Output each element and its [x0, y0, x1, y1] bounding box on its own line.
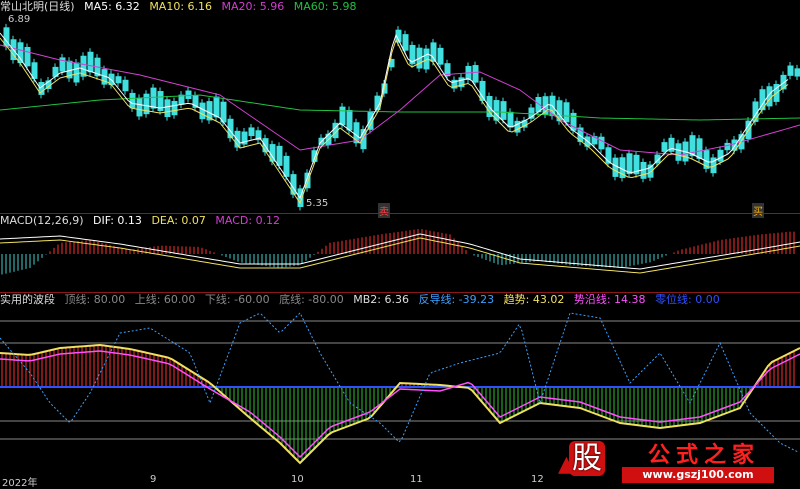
price-panel[interactable]: 常山北明(日线) MA5: 6.32 MA10: 6.16 MA20: 5.96… [0, 0, 800, 218]
date-label-oct: 10 [291, 474, 304, 485]
candle-body [31, 62, 38, 79]
candle-body [787, 65, 794, 76]
candle-body [563, 102, 570, 123]
macd-dif-label: DIF: 0.13 [93, 214, 142, 227]
ma60-label: MA60: 5.98 [293, 0, 357, 13]
watermark-logo: ▲ 股 [558, 439, 610, 479]
macd-dea-label: DEA: 0.07 [151, 214, 206, 227]
wave-anti-line [0, 312, 799, 453]
candle-body [122, 79, 129, 92]
candle-body [598, 136, 605, 150]
wave-anti-line-label: 反导线: -39.23 [418, 293, 495, 306]
ma20-label: MA20: 5.96 [221, 0, 285, 13]
low-price-label: 5.35 [306, 198, 329, 209]
candle-body [612, 157, 619, 177]
candle-body [108, 73, 115, 86]
candle-body [402, 34, 409, 51]
candle-body [437, 47, 444, 65]
candle-body [248, 127, 255, 137]
candle-body [675, 143, 682, 161]
watermark-site-name: 公式之家 [648, 443, 761, 468]
candle-body [507, 111, 514, 128]
candle-body [472, 65, 479, 83]
candle-body [185, 90, 192, 99]
ma20-line [0, 44, 800, 156]
candle-body [794, 68, 800, 77]
high-price-label: 6.89 [8, 14, 31, 25]
watermark-logo-char: 股 [569, 441, 605, 476]
candle-body [87, 51, 94, 73]
candle-body [276, 145, 283, 166]
wave-lower-line-label: 下线: -60.00 [204, 293, 270, 306]
wave-edge-line-label: 势沿线: 14.38 [573, 293, 646, 306]
macd-panel[interactable]: MACD(12,26,9) DIF: 0.13 DEA: 0.07 MACD: … [0, 214, 800, 292]
candle-body [304, 172, 311, 189]
candle-body [24, 46, 31, 67]
wave-legend: 实用的波段 顶线: 80.00 上线: 60.00 下线: -60.00 底线:… [0, 293, 726, 307]
candle-body [626, 153, 633, 175]
candle-body [164, 99, 171, 118]
macd-dif-line [0, 233, 800, 270]
candle-body [346, 109, 353, 131]
wave-trend-label: 趋势: 43.02 [503, 293, 565, 306]
wave-upper-line-label: 上线: 60.00 [134, 293, 196, 306]
price-legend: 常山北明(日线) MA5: 6.32 MA10: 6.16 MA20: 5.96… [0, 0, 362, 14]
watermark-url: www.gszj100.com [622, 467, 774, 483]
stock-title: 常山北明(日线) [0, 0, 75, 13]
candle-body [220, 101, 227, 123]
candle-body [262, 138, 269, 153]
candle-body [696, 138, 703, 159]
date-label-sep: 9 [150, 474, 157, 485]
wave-mb2-label: MB2: 6.36 [353, 293, 409, 306]
candle-body [283, 155, 290, 177]
candle-body [500, 101, 507, 120]
candle-body [150, 87, 157, 109]
macd-value-label: MACD: 0.12 [215, 214, 281, 227]
candle-body [339, 106, 346, 126]
macd-dea-line [0, 237, 800, 274]
macd-title: MACD(12,26,9) [0, 214, 84, 227]
candle-body [115, 76, 122, 84]
candle-body [136, 97, 143, 117]
wave-bottom-line-label: 底线: -80.00 [279, 293, 344, 306]
candle-body [717, 149, 724, 162]
candle-body [171, 100, 178, 116]
ma60-line [0, 94, 800, 121]
ma5-label: MA5: 6.32 [84, 0, 140, 13]
date-label-dec: 12 [531, 474, 544, 485]
candle-body [73, 62, 80, 83]
macd-legend: MACD(12,26,9) DIF: 0.13 DEA: 0.07 MACD: … [0, 214, 286, 228]
candle-body [129, 92, 136, 109]
price-chart[interactable] [0, 0, 800, 212]
candle-body [213, 96, 220, 118]
ma10-label: MA10: 6.16 [149, 0, 213, 13]
wave-top-line-label: 顶线: 80.00 [64, 293, 126, 306]
candle-body [178, 94, 185, 105]
ma5-line [0, 32, 789, 200]
wave-zero-line-label: 零位线: 0.00 [655, 293, 720, 306]
candle-body [724, 142, 731, 151]
candle-body [199, 102, 206, 120]
date-label-nov: 11 [410, 474, 423, 485]
wave-title: 实用的波段 [0, 293, 55, 306]
date-label-year: 2022年 [2, 478, 38, 489]
candle-body [661, 142, 668, 152]
watermark: ▲ 股 公式之家 www.gszj100.com [558, 437, 788, 487]
